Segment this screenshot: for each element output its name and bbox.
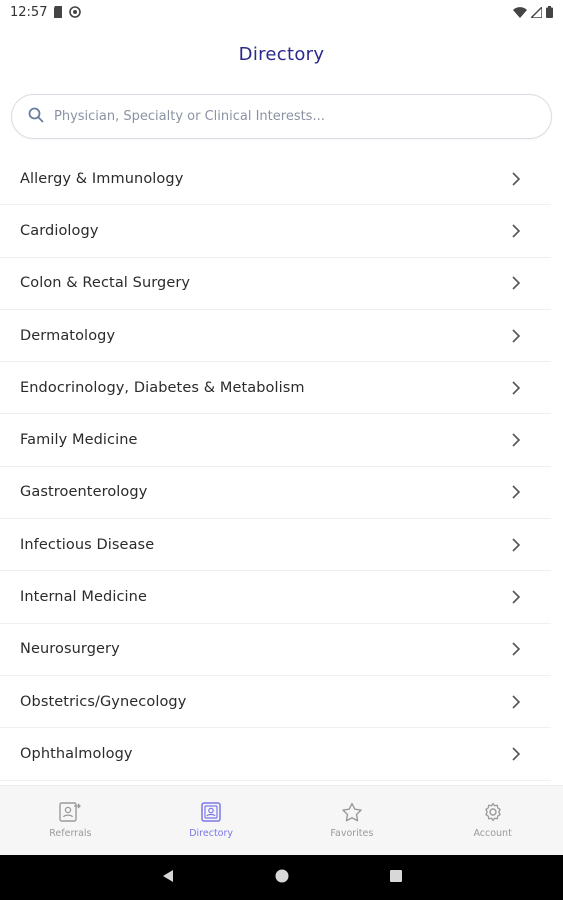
list-item-label: Dermatology: [20, 327, 116, 344]
home-icon[interactable]: [275, 868, 289, 887]
status-bar: 12:57: [0, 0, 563, 24]
battery-icon: [546, 6, 553, 18]
signal-icon: [531, 6, 542, 18]
list-item[interactable]: Family Medicine: [0, 414, 551, 467]
list-item-label: Gastroenterology: [20, 484, 148, 501]
tab-label: Directory: [189, 828, 234, 839]
list-item-label: Neurosurgery: [20, 641, 120, 658]
search-input[interactable]: [54, 95, 551, 138]
sync-icon: [69, 6, 82, 18]
chevron-right-icon: [511, 223, 521, 239]
system-nav-bar: [0, 855, 563, 900]
specialty-list: Allergy & Immunology Cardiology Colon & …: [0, 153, 563, 781]
chevron-right-icon: [511, 275, 521, 291]
list-item[interactable]: Colon & Rectal Surgery: [0, 258, 551, 310]
tab-label: Favorites: [330, 828, 374, 839]
list-item[interactable]: Allergy & Immunology: [0, 153, 551, 206]
chevron-right-icon: [511, 746, 521, 762]
tab-referrals[interactable]: Referrals: [0, 786, 141, 855]
status-right: [513, 6, 553, 18]
chevron-right-icon: [511, 380, 521, 396]
bottom-nav: Referrals Directory Favorites Account: [0, 785, 563, 855]
page-title: Directory: [238, 44, 325, 65]
list-item-label: Endocrinology, Diabetes & Metabolism: [20, 379, 305, 396]
chevron-right-icon: [511, 694, 521, 710]
list-item[interactable]: Internal Medicine: [0, 571, 551, 624]
list-item[interactable]: Dermatology: [0, 310, 551, 363]
directory-icon: [200, 802, 222, 822]
list-item[interactable]: Ophthalmology: [0, 728, 551, 781]
list-item-label: Ophthalmology: [20, 745, 133, 762]
list-item-label: Colon & Rectal Surgery: [20, 275, 191, 292]
search-bar[interactable]: [11, 94, 552, 139]
tab-label: Account: [473, 828, 512, 839]
chevron-right-icon: [511, 484, 521, 500]
tab-account[interactable]: Account: [422, 786, 563, 855]
list-item[interactable]: Infectious Disease: [0, 519, 551, 572]
sd-card-icon: [53, 6, 63, 18]
list-item[interactable]: Neurosurgery: [0, 624, 551, 676]
tab-favorites[interactable]: Favorites: [282, 786, 423, 855]
list-item[interactable]: Gastroenterology: [0, 467, 551, 520]
list-item-label: Infectious Disease: [20, 536, 155, 553]
list-item-label: Obstetrics/Gynecology: [20, 693, 187, 710]
back-icon[interactable]: [161, 868, 175, 887]
list-item-label: Family Medicine: [20, 432, 138, 449]
chevron-right-icon: [511, 589, 521, 605]
chevron-right-icon: [511, 171, 521, 187]
recents-icon[interactable]: [389, 868, 403, 887]
referrals-icon: [59, 802, 82, 822]
list-item[interactable]: Obstetrics/Gynecology: [0, 676, 551, 729]
tab-directory[interactable]: Directory: [141, 786, 282, 855]
star-icon: [341, 802, 363, 822]
chevron-right-icon: [511, 432, 521, 448]
status-time: 12:57: [10, 4, 48, 20]
status-left: 12:57: [10, 4, 82, 20]
search-icon: [28, 107, 44, 127]
list-item[interactable]: Endocrinology, Diabetes & Metabolism: [0, 362, 551, 415]
list-item[interactable]: Cardiology: [0, 205, 551, 258]
gear-icon: [482, 802, 504, 822]
tab-label: Referrals: [49, 828, 92, 839]
list-item-label: Allergy & Immunology: [20, 170, 184, 187]
chevron-right-icon: [511, 641, 521, 657]
chevron-right-icon: [511, 537, 521, 553]
chevron-right-icon: [511, 328, 521, 344]
wifi-icon: [513, 6, 527, 18]
list-item-label: Internal Medicine: [20, 589, 147, 606]
list-item-label: Cardiology: [20, 222, 99, 239]
